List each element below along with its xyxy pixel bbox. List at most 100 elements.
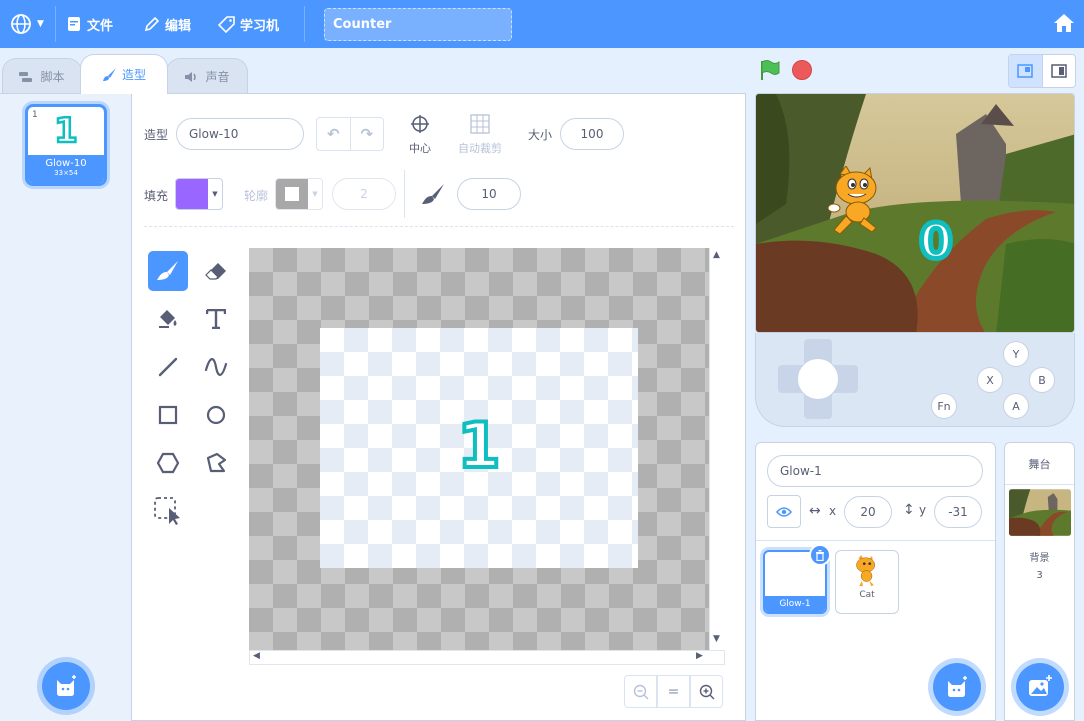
file-menu[interactable]: 文件 [66, 0, 113, 48]
outline-color-picker[interactable]: ▼ [275, 178, 323, 210]
costume-name-input[interactable]: Glow-10 [176, 118, 304, 150]
brush-size-input[interactable]: 10 [457, 178, 521, 210]
choose-backdrop-button[interactable] [1016, 663, 1064, 711]
vertical-scrollbar[interactable]: ▲ ▼ [709, 248, 725, 650]
undo-button[interactable]: ↶ [317, 118, 351, 150]
zoom-out-button[interactable] [624, 675, 657, 708]
large-stage-button[interactable] [1043, 55, 1076, 87]
costume-item[interactable]: 1 1 Glow-10 33×54 [25, 104, 107, 186]
scroll-up-icon: ▲ [713, 250, 720, 260]
redo-icon: ↷ [360, 125, 374, 143]
delete-sprite-button[interactable] [809, 544, 831, 566]
joystick-knob[interactable] [797, 358, 839, 400]
zoom-in-button[interactable] [690, 675, 723, 708]
undo-icon: ↶ [326, 125, 340, 143]
stage-size-toggle [1008, 54, 1076, 88]
costume-name: Glow-10 [45, 158, 87, 169]
trash-icon [816, 549, 824, 561]
sprite-tile-cat[interactable]: Cat [835, 550, 899, 614]
tab-code-label: 脚本 [40, 70, 65, 84]
file-icon [68, 17, 80, 31]
show-sprite-button[interactable] [767, 495, 801, 528]
circle-tool[interactable] [196, 395, 236, 435]
green-flag-button[interactable] [759, 59, 781, 84]
tab-code[interactable]: 脚本 [2, 58, 82, 94]
tab-costumes-label: 造型 [121, 68, 146, 82]
cat-add-icon [948, 676, 967, 697]
gamepad-fn-button[interactable]: Fn [931, 393, 957, 419]
x-position-input[interactable]: 20 [844, 496, 892, 528]
gamepad-y-button[interactable]: Y [1003, 341, 1029, 367]
horizontal-scrollbar[interactable]: ◀ ▶ [249, 650, 725, 665]
chevron-down-icon: ▼ [212, 190, 218, 198]
cat-sprite[interactable] [828, 166, 890, 236]
select-tool[interactable] [148, 491, 188, 531]
tab-sounds-label: 声音 [205, 70, 230, 84]
zoom-reset-button[interactable]: = [657, 675, 690, 708]
line-tool[interactable] [148, 347, 188, 387]
home-icon[interactable] [1053, 13, 1075, 36]
backdrop-count: 3 [1036, 570, 1043, 581]
choose-costume-button[interactable] [42, 662, 90, 710]
counter-sprite[interactable]: 0 [916, 212, 956, 273]
select-icon [154, 497, 180, 525]
stage-canvas[interactable]: 0 [755, 93, 1075, 333]
project-title-input[interactable]: Counter [324, 8, 512, 41]
fill-color-picker[interactable]: ▼ [175, 178, 223, 210]
eraser-icon [205, 263, 226, 280]
small-stage-button[interactable] [1009, 55, 1043, 87]
reshape-tool[interactable] [196, 443, 236, 483]
size-input[interactable]: 100 [560, 118, 624, 150]
language-menu[interactable]: ▼ [10, 0, 44, 48]
center-button[interactable]: 中心 [404, 114, 436, 156]
rectangle-tool[interactable] [148, 395, 188, 435]
y-position-input[interactable]: -31 [934, 496, 982, 528]
chevron-down-icon: ▼ [37, 19, 44, 29]
speaker-icon [185, 71, 197, 82]
scroll-right-icon: ▶ [696, 651, 703, 661]
reshape-icon [206, 452, 227, 473]
sprite-name-input[interactable]: Glow-1 [767, 455, 983, 487]
edit-menu[interactable]: 编辑 [144, 0, 191, 48]
curve-tool[interactable] [196, 347, 236, 387]
fill-tool[interactable] [148, 299, 188, 339]
tag-icon [218, 15, 235, 33]
stop-button[interactable] [792, 60, 812, 80]
eraser-tool[interactable] [196, 251, 236, 291]
gamepad-x-button[interactable]: X [977, 367, 1003, 393]
y-arrows-icon: ↕ [903, 502, 915, 518]
chevron-down-icon: ▼ [312, 190, 318, 198]
text-tool[interactable] [196, 299, 236, 339]
brush-size-icon [420, 182, 446, 209]
learn-menu-label: 学习机 [240, 18, 280, 34]
tab-sounds[interactable]: 声音 [166, 58, 248, 94]
polygon-tool[interactable] [148, 443, 188, 483]
green-flag-icon [761, 60, 780, 80]
image-add-icon [1029, 675, 1052, 696]
large-stage-icon [1051, 64, 1067, 78]
autocrop-button[interactable]: 自动裁剪 [454, 114, 506, 156]
costume-glyph: 1 [455, 408, 502, 484]
fill-swatch [176, 179, 208, 209]
learn-menu[interactable]: 学习机 [218, 0, 279, 48]
brush-icon [102, 68, 116, 81]
costume-name-label: 造型 [144, 128, 169, 142]
tab-costumes[interactable]: 造型 [80, 54, 168, 94]
x-arrows-icon: ↔ [809, 503, 821, 519]
menu-bar: ▼ 文件 编辑 学习机 Counter [0, 0, 1084, 48]
redo-button[interactable]: ↷ [351, 118, 384, 150]
outline-width-input[interactable]: 2 [332, 178, 396, 210]
pencil-icon [144, 16, 160, 32]
y-label: y [919, 503, 927, 517]
stage-pane-title: 舞台 [1028, 458, 1051, 471]
costume-list [0, 93, 132, 721]
brush-tool[interactable] [148, 251, 188, 291]
rectangle-icon [158, 405, 178, 425]
edit-menu-label: 编辑 [165, 18, 192, 34]
backdrop-thumbnail [1009, 489, 1071, 536]
gamepad-a-button[interactable]: A [1003, 393, 1029, 419]
fill-icon [159, 310, 177, 328]
choose-sprite-button[interactable] [933, 663, 981, 711]
gamepad-b-button[interactable]: B [1029, 367, 1055, 393]
sprite-name-glow: Glow-1 [765, 596, 825, 612]
